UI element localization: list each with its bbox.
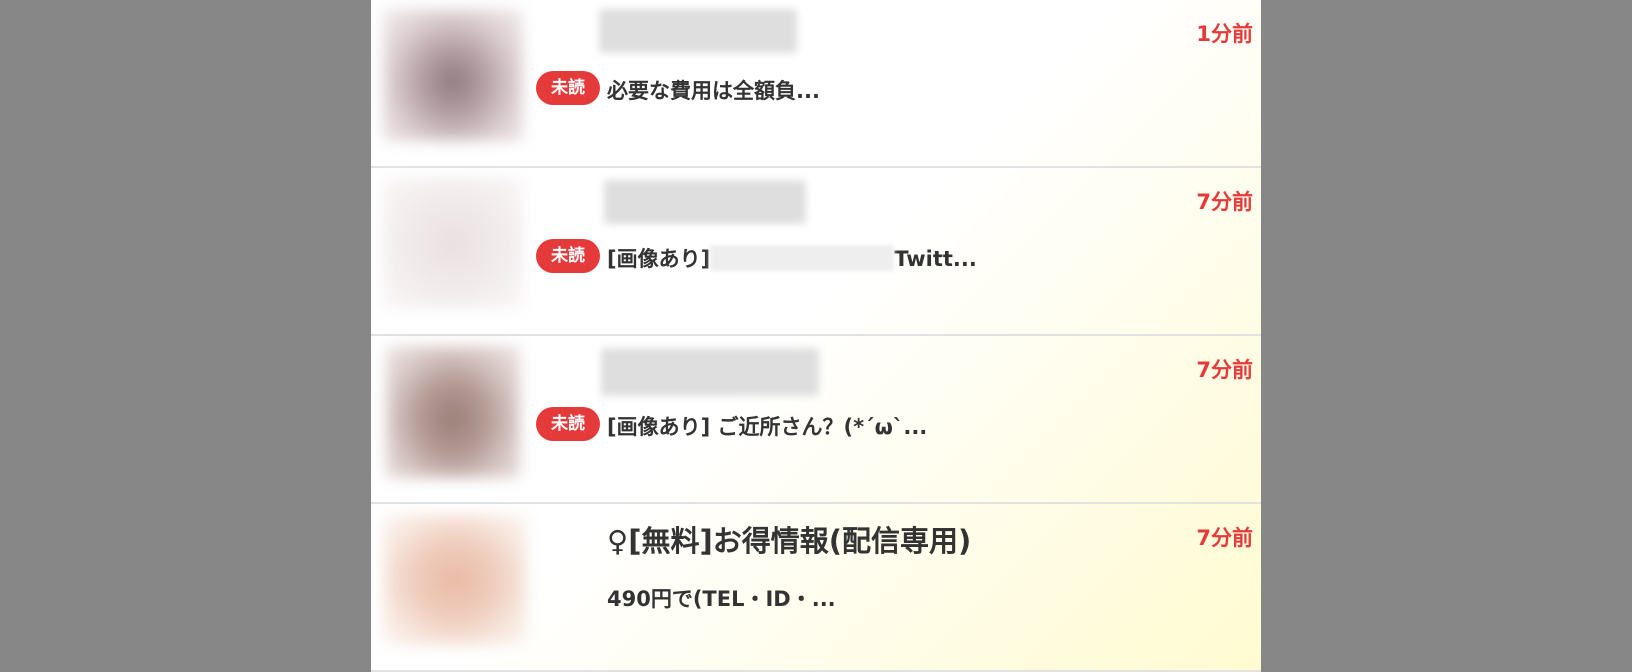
avatar[interactable]	[383, 9, 523, 141]
sender-name-redacted	[601, 348, 819, 396]
message-preview-prefix: [画像あり]	[607, 247, 711, 271]
message-preview: [画像あり] Twitt...	[607, 244, 977, 274]
avatar[interactable]	[386, 346, 520, 478]
message-preview: 490円で(TEL・ID・...	[607, 587, 836, 611]
message-row[interactable]: ♀[無料]お得情報(配信専用) 7分前 490円で(TEL・ID・...	[371, 504, 1261, 672]
message-row[interactable]: 1分前 未読 必要な費用は全額負...	[371, 0, 1261, 168]
sender-name-redacted	[604, 180, 806, 224]
unread-badge: 未読	[536, 239, 600, 273]
unread-badge: 未読	[536, 71, 600, 105]
message-time: 7分前	[1196, 358, 1253, 382]
avatar[interactable]	[383, 514, 527, 646]
message-row[interactable]: 7分前 未読 [画像あり] Twitt...	[371, 168, 1261, 336]
message-time: 7分前	[1196, 190, 1253, 214]
message-preview: [画像あり] ご近所さん？(*´ω`...	[607, 415, 928, 439]
sender-name: ♀[無料]お得情報(配信専用)	[607, 524, 972, 558]
message-row[interactable]: 7分前 未読 [画像あり] ご近所さん？(*´ω`...	[371, 336, 1261, 504]
avatar[interactable]	[383, 177, 523, 309]
message-list: 1分前 未読 必要な費用は全額負... 7分前 未読 [画像あり] Twitt..…	[371, 0, 1261, 672]
message-time: 1分前	[1196, 22, 1253, 46]
redacted-text	[710, 245, 895, 271]
message-preview-suffix: Twitt...	[894, 247, 977, 271]
message-time: 7分前	[1196, 526, 1253, 550]
unread-badge: 未読	[536, 407, 600, 441]
sender-name-redacted	[599, 9, 797, 53]
message-preview: 必要な費用は全額負...	[607, 79, 820, 103]
